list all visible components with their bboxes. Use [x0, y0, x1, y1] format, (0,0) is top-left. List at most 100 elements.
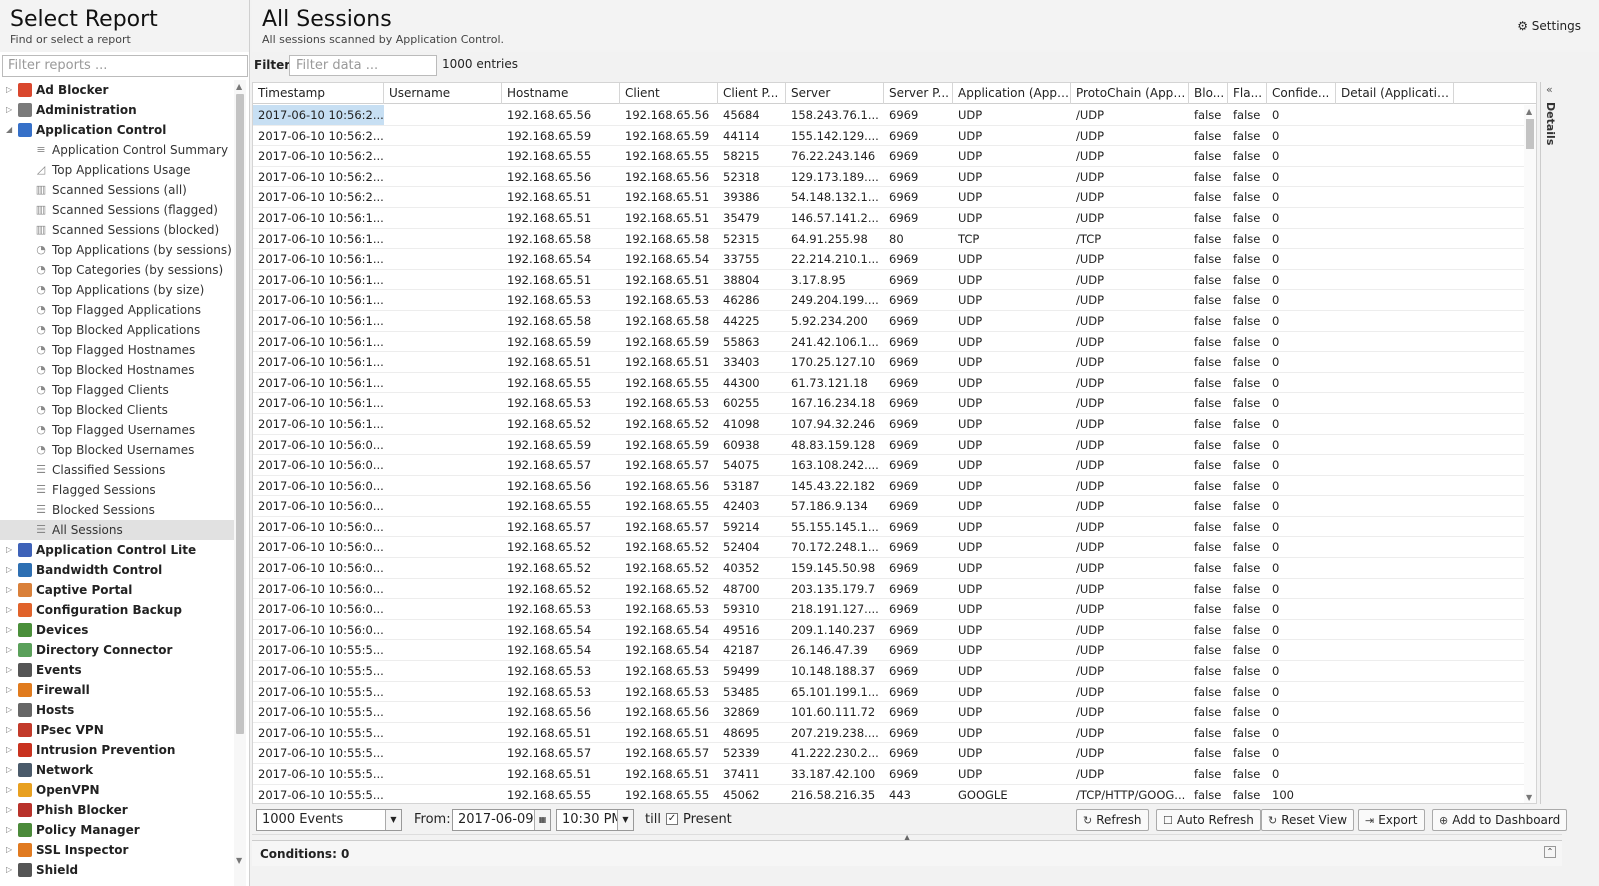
- table-row[interactable]: 2017-06-10 10:56:1... 192.168.65.51 192.16…: [253, 352, 1524, 373]
- refresh-button[interactable]: ↻ Refresh: [1076, 809, 1149, 831]
- column-header[interactable]: Server: [786, 83, 884, 104]
- tree-report-item[interactable]: ◔ Top Blocked Clients: [0, 400, 236, 420]
- collapsed-arrow-icon[interactable]: ▷: [6, 600, 16, 620]
- scroll-up-icon[interactable]: ▲: [236, 82, 242, 91]
- table-row[interactable]: 2017-06-10 10:55:5... 192.168.65.56 192.16…: [253, 702, 1524, 723]
- left-scrollbar[interactable]: ▲ ▼: [234, 80, 246, 886]
- collapsed-arrow-icon[interactable]: ▷: [6, 720, 16, 740]
- tree-app-item[interactable]: ▷ Hosts: [0, 700, 236, 720]
- column-header[interactable]: Confide...: [1267, 83, 1336, 104]
- collapsed-arrow-icon[interactable]: ▷: [6, 560, 16, 580]
- table-row[interactable]: 2017-06-10 10:56:0... 192.168.65.53 192.16…: [253, 599, 1524, 620]
- table-row[interactable]: 2017-06-10 10:56:1... 192.168.65.58 192.16…: [253, 311, 1524, 332]
- table-row[interactable]: 2017-06-10 10:56:2... 192.168.65.51 192.16…: [253, 187, 1524, 208]
- filter-data-input[interactable]: Filter data ...: [289, 55, 437, 76]
- column-header[interactable]: Application (Appli...: [953, 83, 1071, 104]
- tree-report-item[interactable]: ◿ Top Applications Usage: [0, 160, 236, 180]
- tree-app-item[interactable]: ◢ Application Control: [0, 120, 236, 140]
- table-row[interactable]: 2017-06-10 10:55:5... 192.168.65.51 192.16…: [253, 764, 1524, 785]
- collapsed-arrow-icon[interactable]: ▷: [6, 760, 16, 780]
- tree-app-item[interactable]: ▷ SSL Inspector: [0, 840, 236, 860]
- events-limit-select[interactable]: 1000 Events ▼: [256, 809, 402, 831]
- table-row[interactable]: 2017-06-10 10:55:5... 192.168.65.54 192.16…: [253, 640, 1524, 662]
- table-row[interactable]: 2017-06-10 10:56:1... 192.168.65.53 192.16…: [253, 393, 1524, 414]
- conditions-bar[interactable]: Conditions: 0 ⌃: [252, 840, 1562, 866]
- collapsed-arrow-icon[interactable]: ▷: [6, 860, 16, 880]
- table-row[interactable]: 2017-06-10 10:56:0... 192.168.65.52 192.16…: [253, 537, 1524, 559]
- expand-up-icon[interactable]: ⌃: [1544, 846, 1556, 858]
- tree-report-item[interactable]: ◔ Top Flagged Usernames: [0, 420, 236, 440]
- tree-app-item[interactable]: ▷ IPsec VPN: [0, 720, 236, 740]
- column-header[interactable]: Fla...: [1228, 83, 1267, 104]
- tree-report-item[interactable]: ≡ Application Control Summary: [0, 140, 236, 160]
- chevron-down-icon[interactable]: ▼: [385, 810, 401, 830]
- tree-app-item[interactable]: ▷ Shield: [0, 860, 236, 880]
- tree-app-item[interactable]: ▷ Directory Connector: [0, 640, 236, 660]
- scroll-down-icon[interactable]: ▼: [236, 856, 242, 865]
- expanded-arrow-icon[interactable]: ◢: [6, 120, 16, 140]
- table-row[interactable]: 2017-06-10 10:56:0... 192.168.65.55 192.16…: [253, 496, 1524, 517]
- table-row[interactable]: 2017-06-10 10:56:1... 192.168.65.51 192.16…: [253, 208, 1524, 229]
- present-checkbox[interactable]: ✓: [666, 813, 678, 825]
- collapsed-arrow-icon[interactable]: ▷: [6, 620, 16, 640]
- expand-left-icon[interactable]: «: [1546, 83, 1553, 96]
- filter-reports-input[interactable]: Filter reports ...: [2, 55, 248, 77]
- column-header[interactable]: ProtoChain (Appli...: [1071, 83, 1189, 104]
- calendar-icon[interactable]: ▦: [534, 810, 550, 830]
- column-header[interactable]: Detail (Applicatio...: [1336, 83, 1454, 104]
- tree-app-item[interactable]: ▷ Network: [0, 760, 236, 780]
- table-row[interactable]: 2017-06-10 10:56:0... 192.168.65.52 192.16…: [253, 558, 1524, 579]
- from-date-field[interactable]: 2017-06-09 ▦: [452, 809, 551, 831]
- column-header[interactable]: Timestamp: [253, 83, 384, 104]
- scroll-down-icon[interactable]: ▼: [1526, 793, 1532, 802]
- table-row[interactable]: 2017-06-10 10:56:1... 192.168.65.55 192.16…: [253, 373, 1524, 394]
- tree-app-item[interactable]: ▷ Application Control Lite: [0, 540, 236, 560]
- table-row[interactable]: 2017-06-10 10:56:2... 192.168.65.55 192.16…: [253, 146, 1524, 167]
- tree-app-item[interactable]: ▷ Intrusion Prevention: [0, 740, 236, 760]
- table-row[interactable]: 2017-06-10 10:56:1... 192.168.65.53 192.16…: [253, 290, 1524, 311]
- tree-report-item[interactable]: ☰ All Sessions: [0, 520, 236, 540]
- tree-app-item[interactable]: ▷ Phish Blocker: [0, 800, 236, 820]
- tree-app-item[interactable]: ▷ OpenVPN: [0, 780, 236, 800]
- table-row[interactable]: 2017-06-10 10:56:2... 192.168.65.59 192.16…: [253, 126, 1524, 147]
- tree-app-item[interactable]: ▷ Captive Portal: [0, 580, 236, 600]
- column-header[interactable]: Server P...: [884, 83, 953, 104]
- collapsed-arrow-icon[interactable]: ▷: [6, 800, 16, 820]
- tree-report-item[interactable]: ◔ Top Flagged Clients: [0, 380, 236, 400]
- table-row[interactable]: 2017-06-10 10:56:0... 192.168.65.56 192.16…: [253, 476, 1524, 497]
- collapsed-arrow-icon[interactable]: ▷: [6, 580, 16, 600]
- details-panel-collapsed[interactable]: « Details: [1540, 82, 1562, 804]
- collapsed-arrow-icon[interactable]: ▷: [6, 80, 16, 100]
- scroll-up-icon[interactable]: ▲: [1526, 107, 1532, 116]
- collapsed-arrow-icon[interactable]: ▷: [6, 660, 16, 680]
- table-row[interactable]: 2017-06-10 10:55:5... 192.168.65.51 192.16…: [253, 723, 1524, 744]
- column-header[interactable]: Client P...: [718, 83, 786, 104]
- table-row[interactable]: 2017-06-10 10:55:5... 192.168.65.53 192.16…: [253, 682, 1524, 703]
- tree-report-item[interactable]: ◔ Top Blocked Applications: [0, 320, 236, 340]
- collapsed-arrow-icon[interactable]: ▷: [6, 740, 16, 760]
- column-header[interactable]: Hostname: [502, 83, 620, 104]
- table-row[interactable]: 2017-06-10 10:55:5... 192.168.65.53 192.16…: [253, 661, 1524, 682]
- table-row[interactable]: 2017-06-10 10:55:5... 192.168.65.55 192.16…: [253, 785, 1524, 803]
- collapsed-arrow-icon[interactable]: ▷: [6, 700, 16, 720]
- left-scroll-thumb[interactable]: [236, 94, 244, 734]
- table-row[interactable]: 2017-06-10 10:56:1... 192.168.65.52 192.16…: [253, 414, 1524, 435]
- tree-app-item[interactable]: ▷ Firewall: [0, 680, 236, 700]
- table-row[interactable]: 2017-06-10 10:56:0... 192.168.65.52 192.16…: [253, 579, 1524, 600]
- tree-app-item[interactable]: ▷ Bandwidth Control: [0, 560, 236, 580]
- tree-report-item[interactable]: ☰ Flagged Sessions: [0, 480, 236, 500]
- tree-report-item[interactable]: ☰ Classified Sessions: [0, 460, 236, 480]
- collapsed-arrow-icon[interactable]: ▷: [6, 820, 16, 840]
- table-row[interactable]: 2017-06-10 10:56:0... 192.168.65.54 192.16…: [253, 620, 1524, 641]
- table-row[interactable]: 2017-06-10 10:56:1... 192.168.65.54 192.16…: [253, 249, 1524, 270]
- tree-report-item[interactable]: ☰ Blocked Sessions: [0, 500, 236, 520]
- tree-app-item[interactable]: ▷ Policy Manager: [0, 820, 236, 840]
- collapsed-arrow-icon[interactable]: ▷: [6, 100, 16, 120]
- export-button[interactable]: ⇥ Export: [1358, 809, 1425, 831]
- tree-app-item[interactable]: ▷ Ad Blocker: [0, 80, 236, 100]
- add-to-dashboard-button[interactable]: ⊕ Add to Dashboard: [1432, 809, 1568, 831]
- tree-report-item[interactable]: ◔ Top Blocked Usernames: [0, 440, 236, 460]
- tree-report-item[interactable]: ▥ Scanned Sessions (all): [0, 180, 236, 200]
- collapsed-arrow-icon[interactable]: ▷: [6, 780, 16, 800]
- table-row[interactable]: 2017-06-10 10:56:0... 192.168.65.57 192.16…: [253, 455, 1524, 476]
